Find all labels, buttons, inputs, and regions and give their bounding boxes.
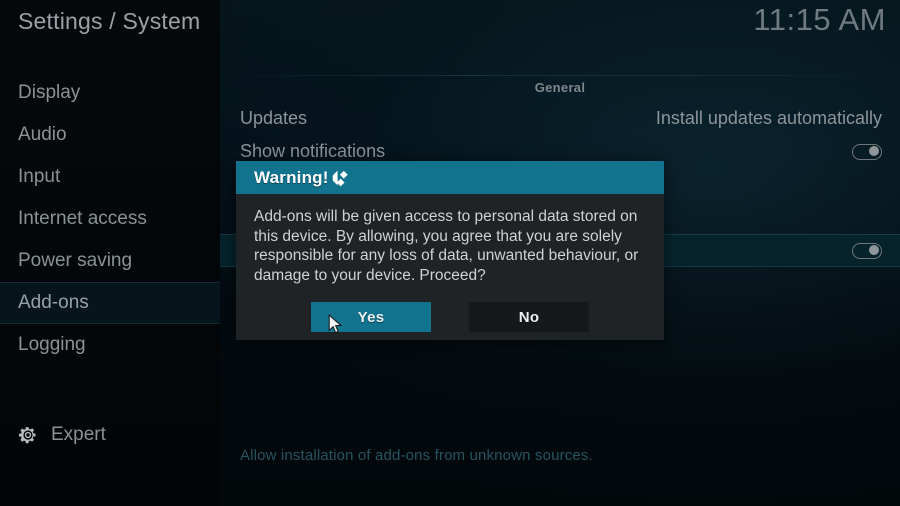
sidebar-item-add-ons[interactable]: Add-ons xyxy=(0,282,220,324)
panel-divider xyxy=(220,75,900,76)
dialog-button-row: Yes No xyxy=(236,302,664,332)
sidebar-item-display[interactable]: Display xyxy=(0,72,220,114)
sidebar-item-label: Power saving xyxy=(18,250,133,271)
setting-toggle-switch[interactable] xyxy=(852,242,882,259)
sidebar-item-logging[interactable]: Logging xyxy=(0,324,220,366)
settings-level-toggle[interactable]: Expert xyxy=(0,418,220,452)
breadcrumb: Settings / System xyxy=(18,8,201,34)
sidebar-item-input[interactable]: Input xyxy=(0,156,220,198)
setting-label: Updates xyxy=(240,108,308,128)
dialog-message: Add-ons will be given access to personal… xyxy=(254,208,639,284)
settings-group-header: General xyxy=(534,80,586,95)
sidebar-item-power-saving[interactable]: Power saving xyxy=(0,240,220,282)
toggle-knob xyxy=(869,145,880,156)
sidebar-item-label: Add-ons xyxy=(18,292,89,313)
dialog-header: Warning! xyxy=(236,161,664,194)
gear-icon xyxy=(18,425,38,445)
setting-description-hint: Allow installation of add-ons from unkno… xyxy=(240,447,593,464)
no-button[interactable]: No xyxy=(469,302,589,332)
sidebar-item-label: Internet access xyxy=(18,208,147,229)
sidebar-item-label: Logging xyxy=(18,334,86,355)
setting-value: Install updates automatically xyxy=(655,108,882,128)
settings-category-sidebar[interactable]: Display Audio Input Internet access Powe… xyxy=(0,72,220,366)
sidebar-item-internet-access[interactable]: Internet access xyxy=(0,198,220,240)
toggle-knob xyxy=(869,244,880,255)
settings-level-label: Expert xyxy=(51,424,106,445)
sidebar-item-label: Input xyxy=(18,166,61,187)
setting-row-updates[interactable]: Updates Install updates automatically xyxy=(220,102,900,135)
kodi-screen: Settings / System 11:15 AM Display Audio… xyxy=(0,0,900,506)
warning-dialog: Warning! Add-ons will be given access to… xyxy=(236,161,664,340)
sidebar-item-label: Audio xyxy=(18,124,67,145)
yes-button[interactable]: Yes xyxy=(311,302,431,332)
kodi-logo-icon xyxy=(329,166,353,190)
setting-label: Show notifications xyxy=(240,141,386,161)
dialog-title: Warning! xyxy=(254,167,329,187)
setting-toggle-switch[interactable] xyxy=(852,143,882,160)
sidebar-item-label: Display xyxy=(18,82,81,103)
sidebar-item-audio[interactable]: Audio xyxy=(0,114,220,156)
